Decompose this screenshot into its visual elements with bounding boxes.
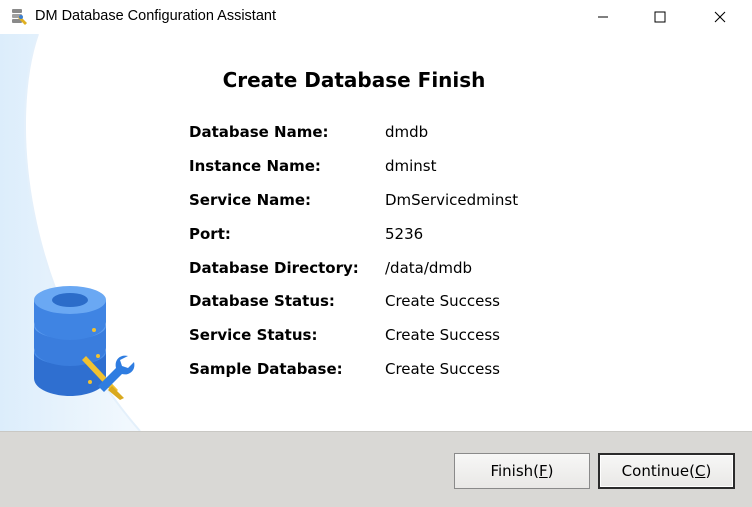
continue-suffix: ) [705, 462, 712, 480]
continue-mnemonic: C [694, 462, 706, 480]
service-name-value: DmServicedminst [385, 191, 519, 209]
database-directory-label: Database Directory: [189, 259, 359, 277]
continue-label: Continue( [621, 462, 695, 480]
minimize-icon [598, 16, 608, 18]
service-status-label: Service Status: [189, 326, 318, 344]
close-icon [714, 11, 726, 23]
database-status-value: Create Success [385, 292, 500, 310]
database-wizard-icon [12, 9, 27, 25]
finish-suffix: ) [547, 462, 554, 480]
database-directory-value: /data/dmdb [385, 259, 473, 277]
maximize-icon [654, 11, 666, 23]
finish-mnemonic: F [539, 462, 548, 480]
page-title: Create Database Finish [222, 68, 486, 92]
sample-database-label: Sample Database: [189, 360, 343, 378]
port-value: 5236 [385, 225, 424, 243]
button-bar: Finish(F) Continue(C) [0, 431, 752, 507]
database-status-label: Database Status: [189, 292, 335, 310]
title-bar: DM Database Configuration Assistant [0, 0, 752, 34]
database-name-label: Database Name: [189, 123, 329, 141]
main-panel: Create Database Finish Database Name: dm… [0, 34, 752, 431]
continue-button[interactable]: Continue(C) [598, 453, 735, 489]
maximize-button[interactable] [637, 0, 683, 34]
service-status-value: Create Success [385, 326, 500, 344]
instance-name-label: Instance Name: [189, 157, 321, 175]
instance-name-value: dminst [385, 157, 437, 175]
finish-button[interactable]: Finish(F) [454, 453, 590, 489]
window-title: DM Database Configuration Assistant [35, 8, 276, 24]
database-tools-icon [34, 286, 135, 400]
close-button[interactable] [697, 0, 743, 34]
port-label: Port: [189, 225, 231, 243]
sample-database-value: Create Success [385, 360, 500, 378]
minimize-button[interactable] [580, 0, 626, 34]
finish-label: Finish( [490, 462, 540, 480]
database-name-value: dmdb [385, 123, 429, 141]
service-name-label: Service Name: [189, 191, 312, 209]
